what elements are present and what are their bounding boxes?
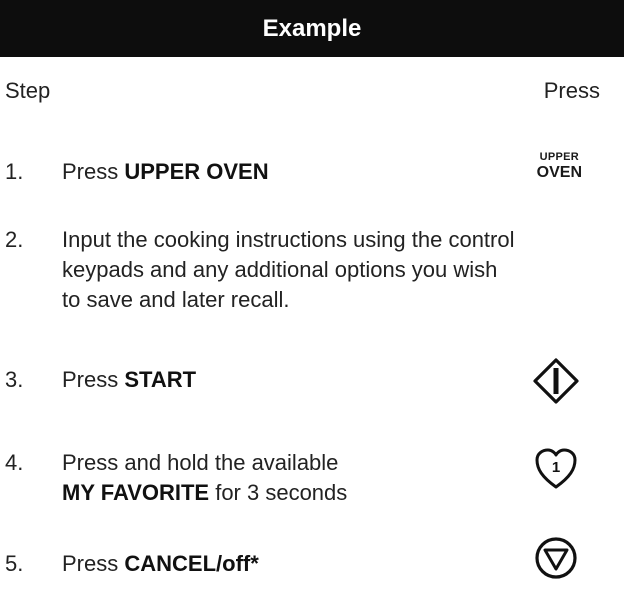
step-2-line-3: to save and later recall. bbox=[62, 287, 290, 312]
step-4-suffix: for 3 seconds bbox=[209, 480, 348, 505]
step-4: 4. Press and hold the available MY FAVOR… bbox=[5, 448, 347, 508]
step-4-line-1: Press and hold the available bbox=[62, 450, 339, 475]
step-1: 1. Press UPPER OVEN bbox=[5, 157, 269, 187]
upper-oven-key-line2: OVEN bbox=[536, 164, 582, 181]
step-3-bold: START bbox=[124, 367, 197, 392]
step-5-bold: CANCEL/off* bbox=[124, 551, 259, 576]
step-3: 3. Press START bbox=[5, 365, 196, 395]
step-3-prefix: Press bbox=[62, 367, 125, 392]
step-1-bold: UPPER OVEN bbox=[124, 159, 269, 184]
header-title: Example bbox=[262, 14, 362, 42]
upper-oven-key-line1: UPPER bbox=[539, 151, 580, 163]
step-4-bold: MY FAVORITE bbox=[62, 480, 210, 505]
favorite-number: 1 bbox=[552, 459, 560, 476]
step-2-line-1: Input the cooking instructions using the… bbox=[62, 227, 515, 252]
step-4-line-2: MY FAVORITE for 3 seconds bbox=[62, 478, 347, 508]
step-5-number: 5. bbox=[5, 551, 24, 576]
step-2-line-2: keypads and any additional options you w… bbox=[62, 257, 498, 282]
upper-oven-key-icon: UPPER OVEN bbox=[537, 152, 582, 181]
step-2-number: 2. bbox=[5, 227, 24, 252]
step-1-prefix: Press bbox=[62, 159, 125, 184]
step-5: 5. Press CANCEL/off* bbox=[5, 549, 259, 579]
step-1-number: 1. bbox=[5, 159, 24, 184]
step-4-number: 4. bbox=[5, 450, 24, 475]
press-column-heading: Press bbox=[543, 78, 600, 103]
step-5-prefix: Press bbox=[62, 551, 125, 576]
step-2: 2. Input the cooking instructions using … bbox=[5, 225, 515, 315]
start-key-icon bbox=[533, 358, 579, 404]
example-header: Example bbox=[0, 0, 624, 57]
my-favorite-key-icon: 1 bbox=[535, 448, 577, 489]
step-column-heading: Step bbox=[5, 78, 51, 103]
cancel-key-icon bbox=[535, 537, 577, 579]
step-3-number: 3. bbox=[5, 367, 24, 392]
